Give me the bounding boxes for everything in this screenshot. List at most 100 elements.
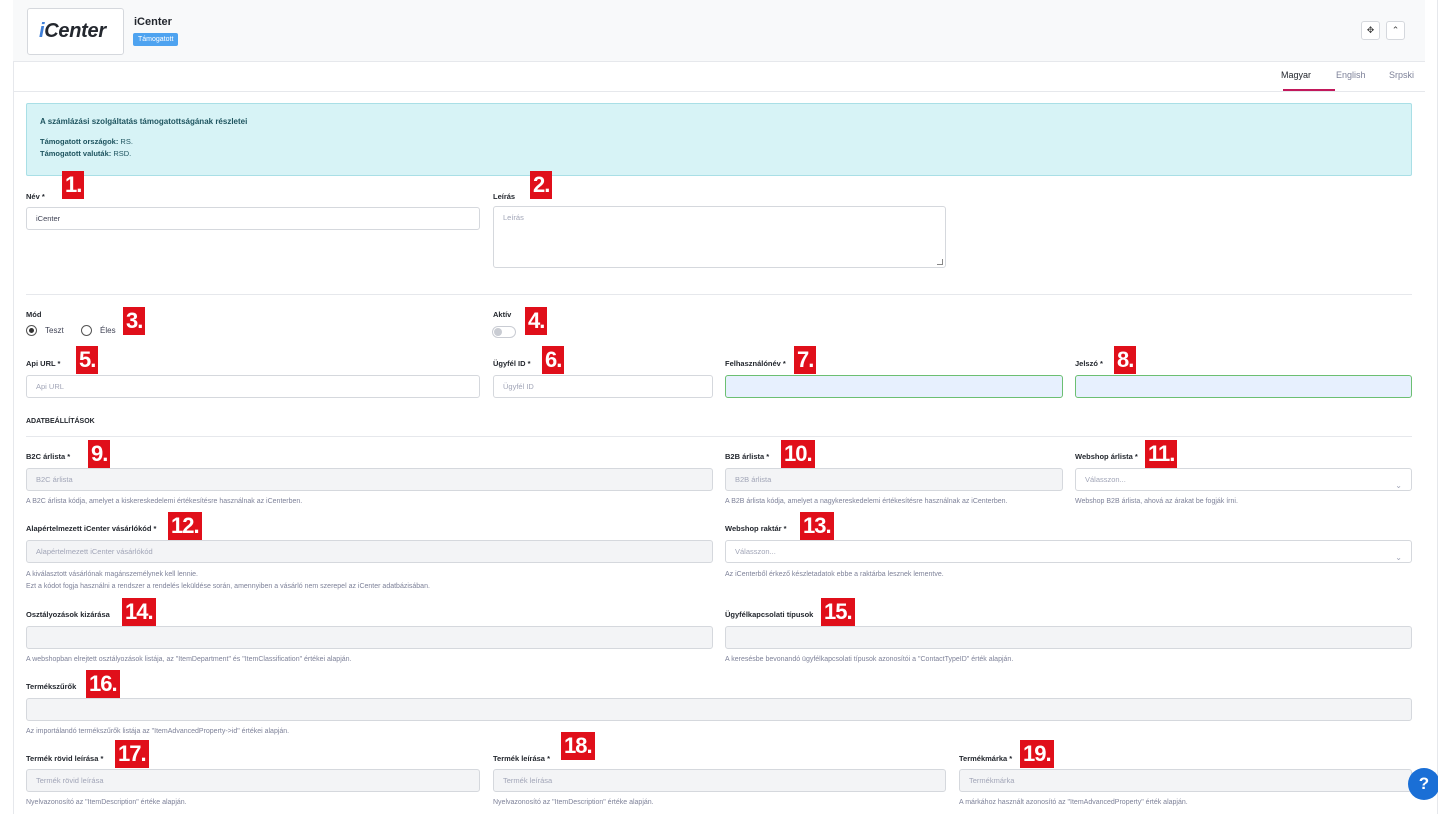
webshop-pricelist-help: Webshop B2B árlista, ahová az árakat be …	[1075, 498, 1238, 505]
logo-wordmark: iCenter	[39, 20, 106, 43]
marker-8: 8.	[1114, 346, 1137, 374]
b2b-pricelist-input[interactable]: B2B árlista	[725, 468, 1063, 491]
mode-live-label[interactable]: Éles	[100, 326, 116, 335]
exclude-classifications-input[interactable]	[26, 626, 713, 649]
chevron-up-icon: ⌃	[1391, 25, 1400, 35]
marker-12: 12.	[168, 512, 202, 540]
contact-types-input[interactable]	[725, 626, 1412, 649]
description-textarea[interactable]: Leírás	[493, 206, 946, 268]
contact-types-help: A keresésbe bevonandó ügyfélkapcsolati t…	[725, 656, 1014, 663]
username-input[interactable]	[725, 375, 1063, 398]
b2c-pricelist-help: A B2C árlista kódja, amelyet a kiskeresk…	[26, 498, 303, 505]
tab-magyar[interactable]: Magyar	[1281, 70, 1311, 80]
product-filters-input[interactable]	[26, 698, 1412, 721]
product-filters-label: Termékszűrők	[26, 682, 77, 691]
marker-19: 19.	[1020, 740, 1054, 768]
default-customer-help-2: Ezt a kódot fogja használni a rendszer a…	[26, 583, 430, 590]
marker-1: 1.	[62, 171, 85, 199]
info-currencies: Támogatott valuták: RSD.	[40, 149, 131, 158]
marker-3: 3.	[123, 307, 146, 335]
page-title: iCenter	[134, 16, 172, 28]
password-input[interactable]	[1075, 375, 1412, 398]
product-description-label: Termék leírása *	[493, 754, 550, 763]
mode-test-label[interactable]: Teszt	[45, 326, 64, 335]
marker-7: 7.	[794, 346, 817, 374]
name-label: Név *	[26, 192, 45, 201]
marker-5: 5.	[76, 346, 99, 374]
product-description-help: Nyelvazonosító az "ItemDescription" érté…	[493, 799, 654, 806]
brand-input[interactable]: Termékmárka	[959, 769, 1412, 792]
countries-value: RS.	[118, 137, 133, 146]
active-tab-indicator	[1283, 89, 1335, 91]
webshop-warehouse-select[interactable]: Válasszon... ⌄	[725, 540, 1412, 563]
webshop-warehouse-label: Webshop raktár *	[725, 524, 787, 533]
webshop-warehouse-placeholder: Válasszon...	[735, 547, 776, 556]
mode-live-radio[interactable]	[81, 325, 92, 336]
card-header: iCenter iCenter Támogatott ✥ ⌃	[13, 0, 1425, 62]
active-toggle[interactable]	[492, 326, 516, 338]
tab-srpski[interactable]: Srpski	[1389, 70, 1414, 80]
arrows-icon: ✥	[1366, 25, 1375, 35]
resize-handle-icon[interactable]	[937, 259, 943, 265]
divider	[26, 294, 1412, 295]
mode-test-radio[interactable]	[26, 325, 37, 336]
product-filters-help: Az importálandó termékszűrők listája az …	[26, 728, 290, 735]
api-url-label: Api URL *	[26, 359, 61, 368]
customer-id-input[interactable]: Ügyfél ID	[493, 375, 713, 398]
webshop-pricelist-placeholder: Válasszon...	[1085, 475, 1126, 484]
currencies-value: RSD.	[111, 149, 132, 158]
contact-types-label: Ügyfélkapcsolati típusok	[725, 610, 814, 619]
data-settings-heading: ADATBEÁLLÍTÁSOK	[26, 418, 95, 425]
language-tabs: Magyar English Srpski	[13, 62, 1425, 92]
short-description-input[interactable]: Termék rövid leírása	[26, 769, 480, 792]
logo-rest: Center	[44, 20, 106, 42]
marker-11: 11.	[1145, 440, 1178, 468]
marker-14: 14.	[122, 598, 156, 626]
short-description-label: Termék rövid leírása *	[26, 754, 104, 763]
marker-17: 17.	[115, 740, 149, 768]
b2c-pricelist-input[interactable]: B2C árlista	[26, 468, 713, 491]
customer-id-label: Ügyfél ID *	[493, 359, 531, 368]
product-description-input[interactable]: Termék leírása	[493, 769, 946, 792]
expand-button[interactable]: ✥	[1361, 21, 1380, 40]
icenter-logo: iCenter	[27, 8, 124, 55]
b2b-pricelist-label: B2B árlista *	[725, 452, 770, 461]
marker-10: 10.	[781, 440, 815, 468]
short-description-help: Nyelvazonosító az "ItemDescription" érté…	[26, 799, 187, 806]
tab-english[interactable]: English	[1336, 70, 1366, 80]
active-label: Aktív	[493, 310, 512, 319]
marker-13: 13.	[800, 512, 834, 540]
api-url-input[interactable]: Api URL	[26, 375, 480, 398]
chevron-down-icon: ⌄	[1395, 481, 1402, 490]
default-customer-label: Alapértelmezett iCenter vásárlókód *	[26, 524, 157, 533]
default-customer-help-1: A kiválasztott vásárlónak magánszemélyne…	[26, 571, 198, 578]
password-label: Jelszó *	[1075, 359, 1103, 368]
page: iCenter iCenter Támogatott ✥ ⌃ Magyar En…	[0, 0, 1438, 814]
marker-9: 9.	[88, 440, 111, 468]
b2b-pricelist-help: A B2B árlista kódja, amelyet a nagykeres…	[725, 498, 1008, 505]
status-badge: Támogatott	[133, 33, 179, 46]
description-label: Leírás	[493, 192, 516, 201]
marker-4: 4.	[525, 307, 548, 335]
mode-label: Mód	[26, 310, 42, 319]
webshop-warehouse-help: Az iCenterből érkező készletadatok ebbe …	[725, 571, 944, 578]
exclude-classifications-help: A webshopban elrejtett osztályozások lis…	[26, 656, 352, 663]
brand-label: Termékmárka *	[959, 754, 1013, 763]
default-customer-input[interactable]: Alapértelmezett iCenter vásárlókód	[26, 540, 713, 563]
name-input[interactable]: iCenter	[26, 207, 480, 230]
username-label: Felhasználónév *	[725, 359, 786, 368]
marker-2: 2.	[530, 171, 553, 199]
exclude-classifications-label: Osztályozások kizárása	[26, 610, 110, 619]
chevron-down-icon: ⌄	[1395, 553, 1402, 562]
marker-6: 6.	[542, 346, 565, 374]
section-divider	[26, 436, 1412, 437]
info-countries: Támogatott országok: RS.	[40, 137, 133, 146]
support-info-alert: A számlázási szolgáltatás támogatottságá…	[26, 103, 1412, 176]
collapse-button[interactable]: ⌃	[1386, 21, 1405, 40]
brand-help: A márkához használt azonosító az "ItemAd…	[959, 799, 1188, 806]
currencies-label: Támogatott valuták:	[40, 149, 112, 158]
help-button[interactable]: ?	[1408, 768, 1438, 800]
webshop-pricelist-select[interactable]: Válasszon... ⌄	[1075, 468, 1412, 491]
countries-label: Támogatott országok:	[40, 137, 119, 146]
marker-18: 18.	[561, 732, 595, 760]
